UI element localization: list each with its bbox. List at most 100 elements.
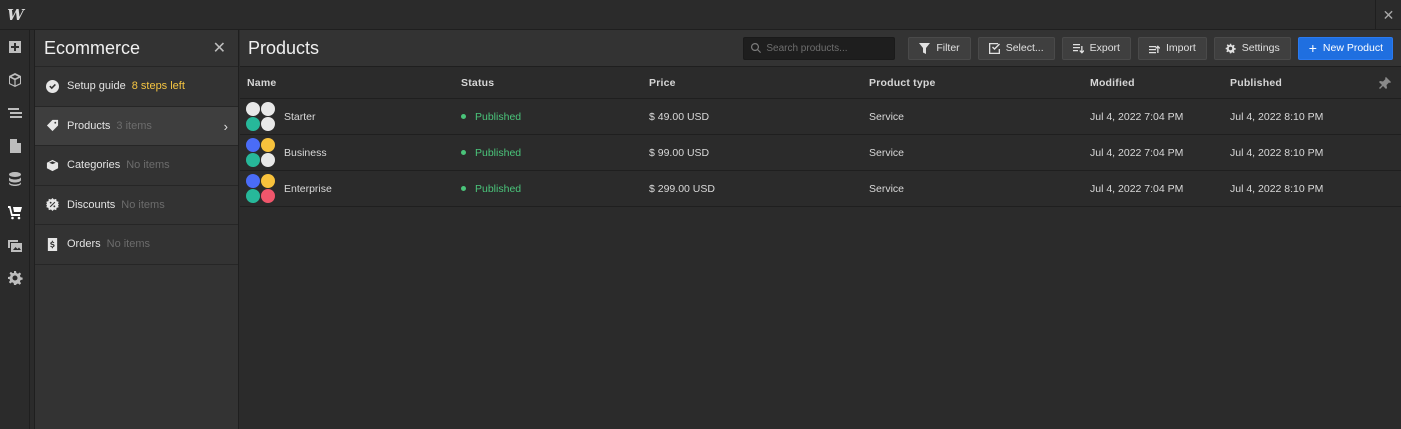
thumb-dot (261, 117, 275, 131)
cell-price: $ 299.00 USD (649, 182, 715, 195)
status-badge: Published (475, 146, 522, 159)
cell-product-type: Service (869, 110, 905, 123)
cell-price: $ 49.00 USD (649, 110, 710, 123)
table-row[interactable]: Business Published $ 99.00 USD Service J… (240, 135, 1401, 171)
nav-item-meta: No items (106, 238, 151, 251)
import-label: Import (1165, 42, 1196, 54)
nav-item-meta: 3 items (116, 119, 152, 132)
product-name: Business (284, 146, 327, 159)
thumb-dot (246, 153, 260, 167)
webflow-logo[interactable]: W (0, 0, 30, 30)
filter-label: Filter (936, 42, 960, 54)
nav-item-label: Categories (67, 159, 121, 172)
nav-item-meta: 8 steps left (131, 80, 185, 93)
column-header-name[interactable]: Name (240, 77, 460, 89)
search-box[interactable] (743, 36, 896, 60)
thumb-dot (261, 138, 275, 152)
column-header-published[interactable]: Published (1230, 77, 1390, 89)
nav-item-label: Orders (67, 238, 101, 251)
table-header: Name Status Price Product type Modified … (240, 67, 1401, 99)
status-badge: Published (475, 110, 522, 123)
settings-icon[interactable] (0, 261, 30, 294)
top-bar: W ✕ (0, 0, 1401, 30)
receipt-icon (45, 237, 59, 251)
close-icon[interactable]: ✕ (1375, 0, 1401, 30)
cell-product-type: Service (869, 146, 905, 159)
thumb-dot (246, 174, 260, 188)
nav-item-label: Products (67, 119, 111, 132)
pages-icon[interactable] (0, 129, 30, 162)
box-icon[interactable] (0, 63, 30, 96)
select-icon (988, 42, 1000, 54)
thumb-dot (261, 102, 275, 116)
nav-item-label: Setup guide (67, 80, 126, 93)
panel-title: Ecommerce (44, 37, 141, 58)
search-icon (751, 43, 762, 53)
table-row[interactable]: Starter Published $ 49.00 USD Service Ju… (240, 99, 1401, 135)
column-header-status[interactable]: Status (460, 77, 649, 89)
plus-icon: + (1308, 40, 1317, 56)
status-dot (461, 114, 466, 119)
product-thumbnail (246, 102, 275, 131)
select-button[interactable]: Select... (977, 36, 1055, 60)
thumb-dot (246, 117, 260, 131)
import-button[interactable]: Import (1137, 36, 1207, 60)
thumb-dot (261, 153, 275, 167)
database-icon[interactable] (0, 162, 30, 195)
import-icon (1148, 44, 1160, 53)
nav-item-meta: No items (126, 159, 170, 172)
column-header-price[interactable]: Price (649, 77, 869, 89)
thumb-dot (246, 138, 260, 152)
filter-icon (919, 42, 931, 54)
close-icon[interactable]: ✕ (213, 38, 226, 58)
search-input[interactable] (766, 42, 887, 54)
cell-status: Published (460, 147, 649, 159)
nav-item-label: Discounts (67, 198, 116, 211)
cell-modified: Jul 4, 2022 7:04 PM (1090, 182, 1184, 195)
navigator-icon[interactable] (0, 96, 30, 129)
status-dot (461, 186, 466, 191)
nav-item-discounts[interactable]: Discounts No items (35, 186, 238, 225)
new-product-label: New Product (1322, 42, 1383, 54)
table-row[interactable]: Enterprise Published $ 299.00 USD Servic… (240, 171, 1401, 207)
column-header-modified[interactable]: Modified (1090, 77, 1230, 89)
status-badge: Published (475, 182, 522, 195)
cart-icon[interactable] (0, 195, 30, 228)
tag-icon (45, 119, 59, 133)
page-title: Products (248, 37, 320, 58)
main-header: Products Filter Select... Export Import … (240, 30, 1401, 67)
product-name: Starter (284, 110, 316, 123)
filter-button[interactable]: Filter (908, 36, 971, 60)
settings-label: Settings (1241, 42, 1280, 54)
select-label: Select... (1005, 42, 1044, 54)
settings-button[interactable]: Settings (1213, 36, 1291, 60)
cell-status: Published (460, 111, 649, 123)
ecommerce-panel: Ecommerce ✕ Setup guide 8 steps left Pro… (34, 30, 239, 429)
product-thumbnail (246, 138, 275, 167)
nav-item-meta: No items (121, 198, 165, 211)
products-main: Products Filter Select... Export Import … (240, 30, 1401, 429)
column-header-product-type[interactable]: Product type (869, 77, 1090, 89)
cell-name: Business (240, 138, 460, 167)
nav-item-orders[interactable]: Orders No items (35, 225, 238, 265)
thumb-dot (246, 189, 260, 203)
add-icon[interactable] (0, 30, 30, 63)
export-button[interactable]: Export (1061, 36, 1131, 60)
assets-icon[interactable] (0, 228, 30, 261)
product-thumbnail (246, 174, 275, 203)
nav-item-categories[interactable]: Categories No items (35, 146, 238, 186)
pin-icon[interactable] (1379, 76, 1391, 94)
thumb-dot (261, 174, 275, 188)
nav-item-setup-guide[interactable]: Setup guide 8 steps left (35, 67, 238, 107)
cell-published: Jul 4, 2022 8:10 PM (1230, 182, 1324, 195)
nav-item-products[interactable]: Products 3 items › (35, 106, 238, 146)
table-body: Starter Published $ 49.00 USD Service Ju… (240, 99, 1401, 207)
left-icon-rail (0, 30, 30, 429)
cell-published: Jul 4, 2022 8:10 PM (1230, 146, 1324, 159)
status-dot (461, 150, 466, 155)
cell-status: Published (460, 183, 649, 195)
panel-header: Ecommerce ✕ (35, 30, 238, 67)
cell-name: Starter (240, 102, 460, 131)
new-product-button[interactable]: + New Product (1297, 36, 1393, 60)
check-circle-icon (45, 79, 59, 93)
